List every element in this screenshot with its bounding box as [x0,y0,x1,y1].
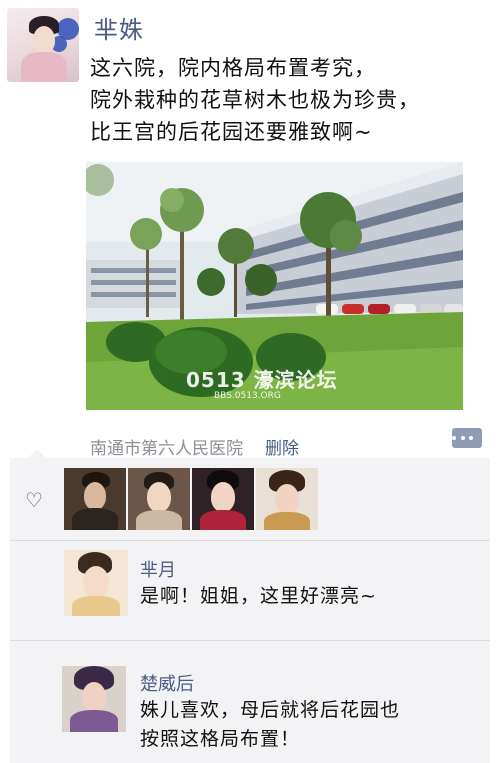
post-photo[interactable]: 0513 濠滨论坛 BBS.0513.ORG [86,162,463,410]
watermark-text: 0513 濠滨论坛 [186,368,338,392]
comment-divider [10,640,490,641]
comment-text-line: 按照这格局布置！ [140,728,301,750]
avatar-robe [21,52,67,82]
comment-text: 是啊！姐姐，这里好漂亮~ [140,582,377,611]
poster-name[interactable]: 芈姝 [94,10,144,45]
photo-watermark: 0513 濠滨论坛 BBS.0513.ORG [186,364,338,401]
post-text-line: 比王宫的后花园还要雅致啊~ [90,120,373,144]
likes-row: ♡ [10,458,490,540]
post-text: 这六院，院内格局布置考究， 院外栽种的花草树木也极为珍贵， 比王宫的后花园还要雅… [90,52,490,148]
comment-area-arrow [28,449,46,458]
comment-text-line: 姝儿喜欢，母后就将后花园也 [140,699,401,721]
avatar-face [33,26,55,54]
post-text-line: 院外栽种的花草树木也极为珍贵， [90,88,420,112]
post-meta: 南通市第六人民医院 删除 [90,434,299,459]
poster-avatar[interactable] [7,8,79,82]
comment-text: 姝儿喜欢，母后就将后花园也 按照这格局布置！ [140,696,400,754]
like-avatar[interactable] [256,468,318,530]
like-avatar[interactable] [192,468,254,530]
likes-divider [10,540,490,541]
heart-icon: ♡ [25,488,43,512]
comment-avatar[interactable] [64,550,128,616]
comment-text-line: 是啊！姐姐，这里好漂亮~ [140,585,377,607]
delete-link[interactable]: 删除 [265,439,299,459]
like-avatar[interactable] [128,468,190,530]
location-link[interactable]: 南通市第六人民医院 [90,439,243,459]
comment-author[interactable]: 芈月 [140,556,176,582]
comment-avatar[interactable] [62,666,126,732]
comment-author[interactable]: 楚威后 [140,670,194,696]
more-icon[interactable] [452,428,482,448]
like-avatar[interactable] [64,468,126,530]
post-text-line: 这六院，院内格局布置考究， [90,56,376,80]
